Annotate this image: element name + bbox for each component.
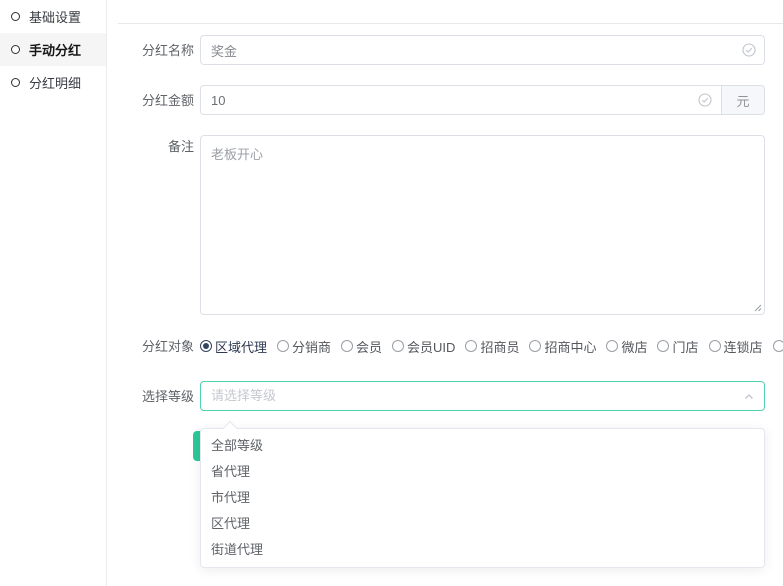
chevron-up-icon [743, 391, 755, 403]
radio-label: 连锁店 [724, 337, 763, 356]
dividend-name-input[interactable] [201, 36, 764, 64]
dividend-target-label: 分红对象 [118, 339, 194, 354]
remark-label: 备注 [118, 139, 194, 154]
sidebar: 基础设置 手动分红 分红明细 [0, 0, 107, 586]
sidebar-item-label: 基础设置 [29, 7, 81, 26]
radio-icon [277, 340, 289, 352]
level-dropdown-panel: 全部等级 省代理 市代理 区代理 街道代理 [200, 428, 765, 568]
radio-icon [529, 340, 541, 352]
radio-member[interactable]: 会员 [341, 337, 382, 356]
radio-chain-store[interactable]: 连锁店 [709, 337, 763, 356]
circle-bullet-icon [11, 78, 20, 87]
content-top-divider [118, 23, 783, 24]
radio-label: 门店 [672, 337, 698, 356]
radio-distributor[interactable]: 分销商 [277, 337, 331, 356]
resize-handle-icon[interactable] [752, 302, 762, 312]
radio-icon [341, 340, 353, 352]
radio-label: 招商员 [480, 337, 519, 356]
radio-label: 招商中心 [544, 337, 596, 356]
level-select-placeholder: 请选择等级 [201, 382, 764, 410]
radio-member-uid[interactable]: 会员UID [392, 337, 455, 356]
dropdown-option-all-levels[interactable]: 全部等级 [201, 433, 764, 459]
level-select[interactable]: 请选择等级 [200, 381, 765, 411]
radio-icon [657, 340, 669, 352]
radio-icon [606, 340, 618, 352]
radio-supplier[interactable]: 供应商 [773, 337, 783, 356]
page: 基础设置 手动分红 分红明细 分红名称 分红金额 [0, 0, 783, 586]
remark-field-wrap: 老板开心 [200, 135, 765, 315]
dividend-amount-input[interactable] [201, 86, 721, 114]
dividend-name-label: 分红名称 [118, 43, 194, 58]
dividend-target-radio-group: 区域代理 分销商 会员 会员UID 招商员 招商中心 微店 门店 [200, 338, 783, 354]
dividend-amount-field-wrap: 元 [200, 85, 765, 115]
sidebar-item-manual-dividend[interactable]: 手动分红 [0, 33, 106, 66]
radio-icon [465, 340, 477, 352]
sidebar-item-dividend-detail[interactable]: 分红明细 [0, 66, 106, 99]
radio-icon [392, 340, 404, 352]
circle-check-icon [698, 93, 712, 107]
radio-selected-icon [200, 340, 212, 352]
circle-bullet-icon [11, 45, 20, 54]
radio-recruiter[interactable]: 招商员 [465, 337, 519, 356]
sidebar-item-label: 分红明细 [29, 73, 81, 92]
radio-region-agent[interactable]: 区域代理 [200, 337, 267, 356]
radio-recruit-center[interactable]: 招商中心 [529, 337, 596, 356]
radio-icon [773, 340, 783, 352]
radio-icon [709, 340, 721, 352]
dropdown-option-street-agent[interactable]: 街道代理 [201, 537, 764, 563]
dividend-amount-label: 分红金额 [118, 93, 194, 108]
radio-label: 会员UID [407, 337, 455, 356]
radio-label: 分销商 [292, 337, 331, 356]
dividend-name-field-wrap [200, 35, 765, 65]
dropdown-option-province-agent[interactable]: 省代理 [201, 459, 764, 485]
circle-bullet-icon [11, 12, 20, 21]
circle-check-icon [742, 43, 756, 57]
radio-label: 微店 [621, 337, 647, 356]
radio-store[interactable]: 门店 [657, 337, 698, 356]
radio-micro-shop[interactable]: 微店 [606, 337, 647, 356]
amount-unit-suffix: 元 [721, 86, 764, 114]
dropdown-option-city-agent[interactable]: 市代理 [201, 485, 764, 511]
sidebar-item-label: 手动分红 [29, 40, 81, 59]
dropdown-option-district-agent[interactable]: 区代理 [201, 511, 764, 537]
radio-label: 区域代理 [215, 337, 267, 356]
sidebar-item-basic-settings[interactable]: 基础设置 [0, 0, 106, 33]
remark-textarea[interactable]: 老板开心 [200, 135, 765, 315]
select-level-label: 选择等级 [118, 389, 194, 404]
radio-label: 会员 [356, 337, 382, 356]
